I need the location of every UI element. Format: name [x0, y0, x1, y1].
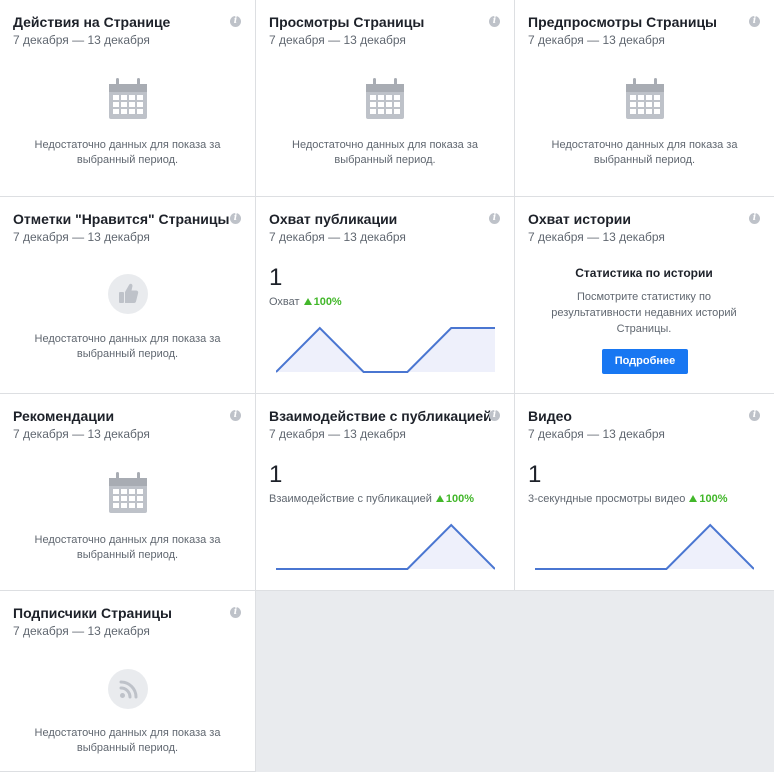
- card-date-range: 7 декабря — 13 декабря: [528, 33, 665, 47]
- card-page-likes[interactable]: Отметки "Нравится" Страницы 7 декабря — …: [0, 197, 256, 394]
- info-icon[interactable]: i: [230, 213, 241, 224]
- card-title: Подписчики Страницы: [13, 605, 172, 621]
- metric-label: Охват: [269, 296, 300, 308]
- card-date-range: 7 декабря — 13 декабря: [269, 230, 406, 244]
- card-title: Отметки "Нравится" Страницы: [13, 211, 230, 227]
- calendar-icon: [625, 78, 664, 119]
- metric-label: Взаимодействие с публикацией: [269, 493, 432, 505]
- metric-line: 3-секундные просмотры видео 100%: [528, 492, 760, 506]
- more-button[interactable]: Подробнее: [602, 349, 688, 374]
- card-date-range: 7 декабря — 13 декабря: [528, 230, 665, 244]
- card-page-actions[interactable]: Действия на Странице 7 декабря — 13 дека…: [0, 0, 256, 197]
- change-percent: 100%: [445, 493, 474, 505]
- card-page-views[interactable]: Просмотры Страницы 7 декабря — 13 декабр…: [256, 0, 515, 197]
- card-post-reach[interactable]: Охват публикации 7 декабря — 13 декабря …: [256, 197, 515, 394]
- no-data-message: Недостаточно данных для показа за выбран…: [34, 139, 221, 166]
- card-page-followers[interactable]: Подписчики Страницы 7 декабря — 13 декаб…: [0, 591, 256, 772]
- up-arrow-icon: [303, 298, 312, 305]
- info-icon[interactable]: i: [749, 410, 760, 421]
- no-data-message: Недостаточно данных для показа за выбран…: [292, 139, 478, 166]
- card-title: Рекомендации: [13, 408, 115, 424]
- card-date-range: 7 декабря — 13 декабря: [269, 33, 406, 47]
- card-date-range: 7 декабря — 13 декабря: [528, 427, 665, 441]
- no-data-message: Недостаточно данных для показа за выбран…: [34, 333, 221, 360]
- story-heading: Статистика по истории: [575, 266, 713, 280]
- insights-grid: Действия на Странице 7 декабря — 13 дека…: [0, 0, 774, 772]
- metric-value: 1: [269, 264, 283, 291]
- sparkline-area: [276, 328, 495, 372]
- info-icon[interactable]: i: [230, 607, 241, 618]
- card-post-engagement[interactable]: Взаимодействие с публикацией 7 декабря —…: [256, 394, 515, 591]
- info-icon[interactable]: i: [230, 410, 241, 421]
- story-description: Посмотрите статистику по результативност…: [551, 291, 737, 335]
- info-icon[interactable]: i: [489, 16, 500, 27]
- sparkline-chart: [535, 523, 754, 570]
- no-data-message: Недостаточно данных для показа за выбран…: [551, 139, 738, 166]
- card-date-range: 7 декабря — 13 декабря: [269, 427, 406, 441]
- metric-label: 3-секундные просмотры видео: [528, 493, 686, 505]
- card-date-range: 7 декабря — 13 декабря: [13, 230, 150, 244]
- calendar-icon: [108, 472, 147, 513]
- card-date-range: 7 декабря — 13 декабря: [13, 624, 150, 638]
- empty-area: [256, 591, 774, 772]
- card-date-range: 7 декабря — 13 декабря: [13, 427, 150, 441]
- card-title: Просмотры Страницы: [269, 14, 425, 30]
- calendar-icon: [108, 78, 147, 119]
- card-page-previews[interactable]: Предпросмотры Страницы 7 декабря — 13 де…: [515, 0, 774, 197]
- metric-line: Взаимодействие с публикацией 100%: [269, 492, 500, 506]
- card-title: Взаимодействие с публикацией: [269, 408, 492, 424]
- up-arrow-icon: [689, 495, 698, 502]
- card-story-reach[interactable]: Охват истории 7 декабря — 13 декабря i С…: [515, 197, 774, 394]
- up-arrow-icon: [435, 495, 444, 502]
- sparkline-area: [276, 525, 495, 569]
- sparkline-area: [535, 525, 754, 569]
- metric-line: Охват 100%: [269, 295, 500, 309]
- sparkline-chart: [276, 523, 495, 570]
- change-percent: 100%: [699, 493, 728, 505]
- rss-icon: [107, 669, 148, 709]
- change-percent: 100%: [313, 296, 342, 308]
- card-title: Предпросмотры Страницы: [528, 14, 718, 30]
- card-video[interactable]: Видео 7 декабря — 13 декабря i 1 3-секун…: [515, 394, 774, 591]
- card-title: Видео: [528, 408, 572, 424]
- info-icon[interactable]: i: [749, 16, 760, 27]
- card-title: Действия на Странице: [13, 14, 171, 30]
- info-icon[interactable]: i: [489, 410, 500, 421]
- info-icon[interactable]: i: [749, 213, 760, 224]
- no-data-message: Недостаточно данных для показа за выбран…: [34, 534, 221, 561]
- info-icon[interactable]: i: [489, 213, 500, 224]
- card-recommendations[interactable]: Рекомендации 7 декабря — 13 декабря i Не…: [0, 394, 256, 591]
- card-title: Охват публикации: [269, 211, 398, 227]
- card-date-range: 7 декабря — 13 декабря: [13, 33, 150, 47]
- thumbs-up-icon: [107, 274, 148, 314]
- info-icon[interactable]: i: [230, 16, 241, 27]
- calendar-icon: [366, 78, 404, 119]
- metric-value: 1: [528, 461, 542, 488]
- metric-value: 1: [269, 461, 283, 488]
- no-data-message: Недостаточно данных для показа за выбран…: [34, 727, 221, 754]
- card-title: Охват истории: [528, 211, 632, 227]
- sparkline-chart: [276, 326, 495, 373]
